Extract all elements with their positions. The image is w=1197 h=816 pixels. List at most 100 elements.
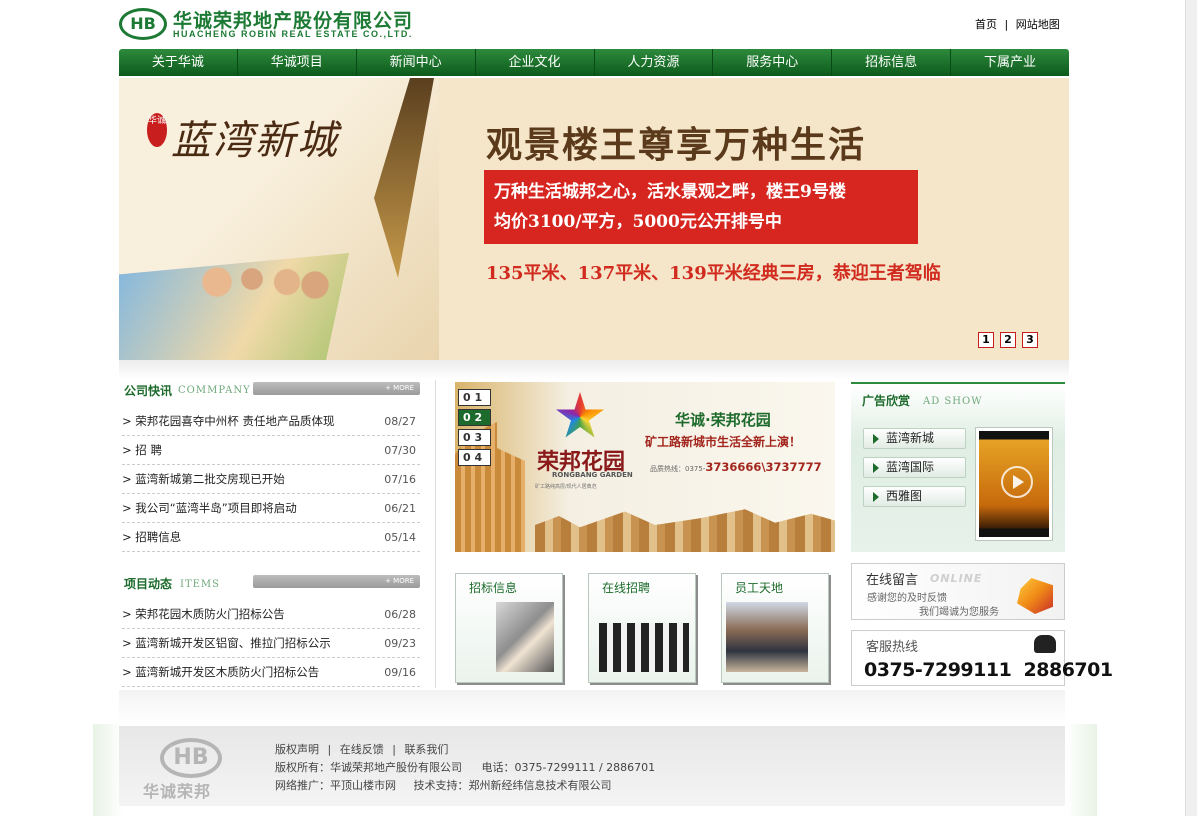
list-item[interactable]: > 荣邦花园喜夺中州杯 责任地产品质体现 08/27 xyxy=(122,407,420,436)
separator: | xyxy=(1004,18,1009,31)
list-item[interactable]: > 蓝湾新城第二批交房现已开始 07/16 xyxy=(122,465,420,494)
hotline-number: 0375-7299111 2886701 xyxy=(864,659,1113,681)
promo-name-en: RONGBANG GARDEN xyxy=(552,471,633,479)
footer-copyright: 版权所有：华诚荣邦地产股份有限公司 xyxy=(275,761,462,774)
site-logo[interactable]: HB 华诚荣邦地产股份有限公司 HUACHENG ROBIN REAL ESTA… xyxy=(119,8,449,42)
more-label: + MORE xyxy=(385,577,414,585)
list-item[interactable]: > 荣邦花园木质防火门招标公告 06/28 xyxy=(122,600,420,629)
list-item-date: 08/27 xyxy=(384,414,416,428)
projects-list: > 荣邦花园木质防火门招标公告 06/28 > 蓝湾新城开发区铝窗、推拉门招标公示… xyxy=(122,600,420,687)
ad-video[interactable] xyxy=(975,427,1053,541)
nav-item-projects[interactable]: 华诚项目 xyxy=(238,49,357,76)
footer-support: 技术支持：郑州新经纬信息技术有限公司 xyxy=(413,779,612,792)
ad-subtitle: AD SHOW xyxy=(923,396,983,407)
news-more-button[interactable]: + MORE xyxy=(253,382,420,395)
list-item-title: > 招 聘 xyxy=(122,443,162,457)
tile-title: 员工天地 xyxy=(735,581,784,595)
projects-title: 项目动态 xyxy=(124,577,173,591)
sitemap-link[interactable]: 网站地图 xyxy=(1016,18,1060,31)
main-nav: 关于华诚 华诚项目 新闻中心 企业文化 人力资源 服务中心 招标信息 下属产业 xyxy=(119,49,1069,76)
list-item-date: 06/21 xyxy=(384,501,416,515)
promo-skyline-image xyxy=(535,509,835,552)
tile-staff[interactable]: 员工天地 xyxy=(721,573,829,683)
banner-page-3[interactable]: 3 xyxy=(1022,332,1038,348)
footer-credit-line: 网络推广：平顶山楼市网 技术支持：郑州新经纬信息技术有限公司 xyxy=(275,777,612,793)
logo-company-name-en: HUACHENG ROBIN REAL ESTATE CO.,LTD. xyxy=(173,29,413,39)
ad-video-frame xyxy=(979,431,1049,537)
meeting-image xyxy=(726,602,808,672)
contact-link[interactable]: 联系我们 xyxy=(404,743,448,756)
list-item[interactable]: > 我公司“蓝湾半岛”项目即将启动 06/21 xyxy=(122,494,420,523)
slideshow-tab-1[interactable]: 0 1 xyxy=(458,389,491,406)
footer-links: 版权声明 | 在线反馈 | 联系我们 xyxy=(275,741,448,757)
nav-item-subsidiaries[interactable]: 下属产业 xyxy=(951,49,1069,76)
separator: | xyxy=(327,743,332,756)
scrollbar[interactable] xyxy=(1185,0,1197,816)
list-item-date: 09/16 xyxy=(384,665,416,679)
message-line: 感谢您的及时反馈 xyxy=(867,593,947,604)
list-item-date: 06/28 xyxy=(384,607,416,621)
news-list: > 荣邦花园喜夺中州杯 责任地产品质体现 08/27 > 招 聘 07/30 > 蓝… xyxy=(122,407,420,552)
nav-item-news[interactable]: 新闻中心 xyxy=(357,49,476,76)
ad-button-lanwan-xincheng[interactable]: 蓝湾新城 xyxy=(863,428,966,449)
message-chart-icon xyxy=(1017,578,1053,614)
project-slideshow[interactable]: 荣邦花园 RONGBANG GARDEN 矿工路纯高层/现代人居典范 华诚·荣邦… xyxy=(455,382,835,552)
footer-logo-icon: HB xyxy=(160,738,222,778)
slideshow-tab-2[interactable]: 0 2 xyxy=(458,409,491,426)
list-item[interactable]: > 招 聘 07/30 xyxy=(122,436,420,465)
handshake-image xyxy=(496,602,554,672)
footer-logo-name: 华诚荣邦 xyxy=(143,782,212,801)
list-item[interactable]: > 蓝湾新城开发区木质防火门招标公告 09/16 xyxy=(122,658,420,687)
banner-page-2[interactable]: 2 xyxy=(1000,332,1016,348)
home-link[interactable]: 首页 xyxy=(975,18,997,31)
banner-subline: 135平米、137平米、139平米经典三房，恭迎王者驾临 xyxy=(486,263,941,284)
online-message-banner[interactable]: 在线留言 ONLINE 感谢您的及时反馈 我们竭诚为您服务 xyxy=(851,563,1065,620)
banner-box-line: 万种生活城邦之心，活水景观之畔，楼王9号楼 xyxy=(494,182,846,202)
nav-item-about[interactable]: 关于华诚 xyxy=(119,49,238,76)
banner-people-image xyxy=(189,258,329,318)
copyright-link[interactable]: 版权声明 xyxy=(275,743,319,756)
ad-title: 广告欣赏 xyxy=(862,394,911,408)
message-title: 在线留言 xyxy=(866,573,919,588)
footer-phone: 电话：0375-7299111 / 2886701 xyxy=(481,761,656,774)
column-divider xyxy=(435,380,436,688)
banner-brand: 蓝湾新城 xyxy=(171,118,339,164)
banner-headline: 观景楼王尊享万种生活 xyxy=(486,124,867,166)
nav-item-service[interactable]: 服务中心 xyxy=(713,49,833,76)
nav-item-culture[interactable]: 企业文化 xyxy=(476,49,595,76)
tile-recruitment[interactable]: 在线招聘 xyxy=(588,573,696,683)
hotline-title: 客服热线 xyxy=(866,640,919,655)
tile-title: 在线招聘 xyxy=(602,581,651,595)
logo-mark-icon: HB xyxy=(119,8,167,40)
feedback-link[interactable]: 在线反馈 xyxy=(340,743,384,756)
slideshow-tabs: 0 1 0 2 0 3 0 4 xyxy=(458,389,491,466)
banner-page-1[interactable]: 1 xyxy=(978,332,994,348)
nav-item-bidding[interactable]: 招标信息 xyxy=(832,49,952,76)
play-icon[interactable] xyxy=(1001,466,1033,498)
slideshow-tab-4[interactable]: 0 4 xyxy=(458,449,491,466)
nav-item-hr[interactable]: 人力资源 xyxy=(595,49,714,76)
promo-phone-label: 品质热线：0375- xyxy=(650,465,706,473)
promo-logo-icon xyxy=(556,392,604,438)
phone-icon xyxy=(1034,635,1056,653)
banner-shadow xyxy=(119,360,1069,380)
ad-button-xiyatu[interactable]: 西雅图 xyxy=(863,486,966,507)
promo-slogan: 矿工路新城市生活全新上演！ xyxy=(645,435,802,449)
hero-banner[interactable]: 蓝湾新城 华诚 观景楼王尊享万种生活 万种生活城邦之心，活水景观之畔，楼王9号楼… xyxy=(119,78,1069,360)
list-item-title: > 蓝湾新城开发区铝窗、推拉门招标公示 xyxy=(122,636,331,650)
banner-seal: 华诚 xyxy=(147,113,167,147)
tile-title: 招标信息 xyxy=(469,581,518,595)
tile-bidding[interactable]: 招标信息 xyxy=(455,573,563,683)
projects-subtitle: ITEMS xyxy=(180,579,221,590)
projects-more-button[interactable]: + MORE xyxy=(253,575,420,588)
news-subtitle: COMMPANY xyxy=(178,385,251,396)
list-item-date: 05/14 xyxy=(384,530,416,544)
promo-title: 华诚·荣邦花园 xyxy=(675,411,771,429)
slideshow-tab-3[interactable]: 0 3 xyxy=(458,429,491,446)
footer-shadow xyxy=(119,690,1065,724)
footer-promotion: 网络推广：平顶山楼市网 xyxy=(275,779,396,792)
list-item[interactable]: > 招聘信息 05/14 xyxy=(122,523,420,552)
list-item[interactable]: > 蓝湾新城开发区铝窗、推拉门招标公示 09/23 xyxy=(122,629,420,658)
promo-phone: 品质热线：0375-3736666\3737777 xyxy=(650,460,822,474)
ad-button-lanwan-guoji[interactable]: 蓝湾国际 xyxy=(863,457,966,478)
